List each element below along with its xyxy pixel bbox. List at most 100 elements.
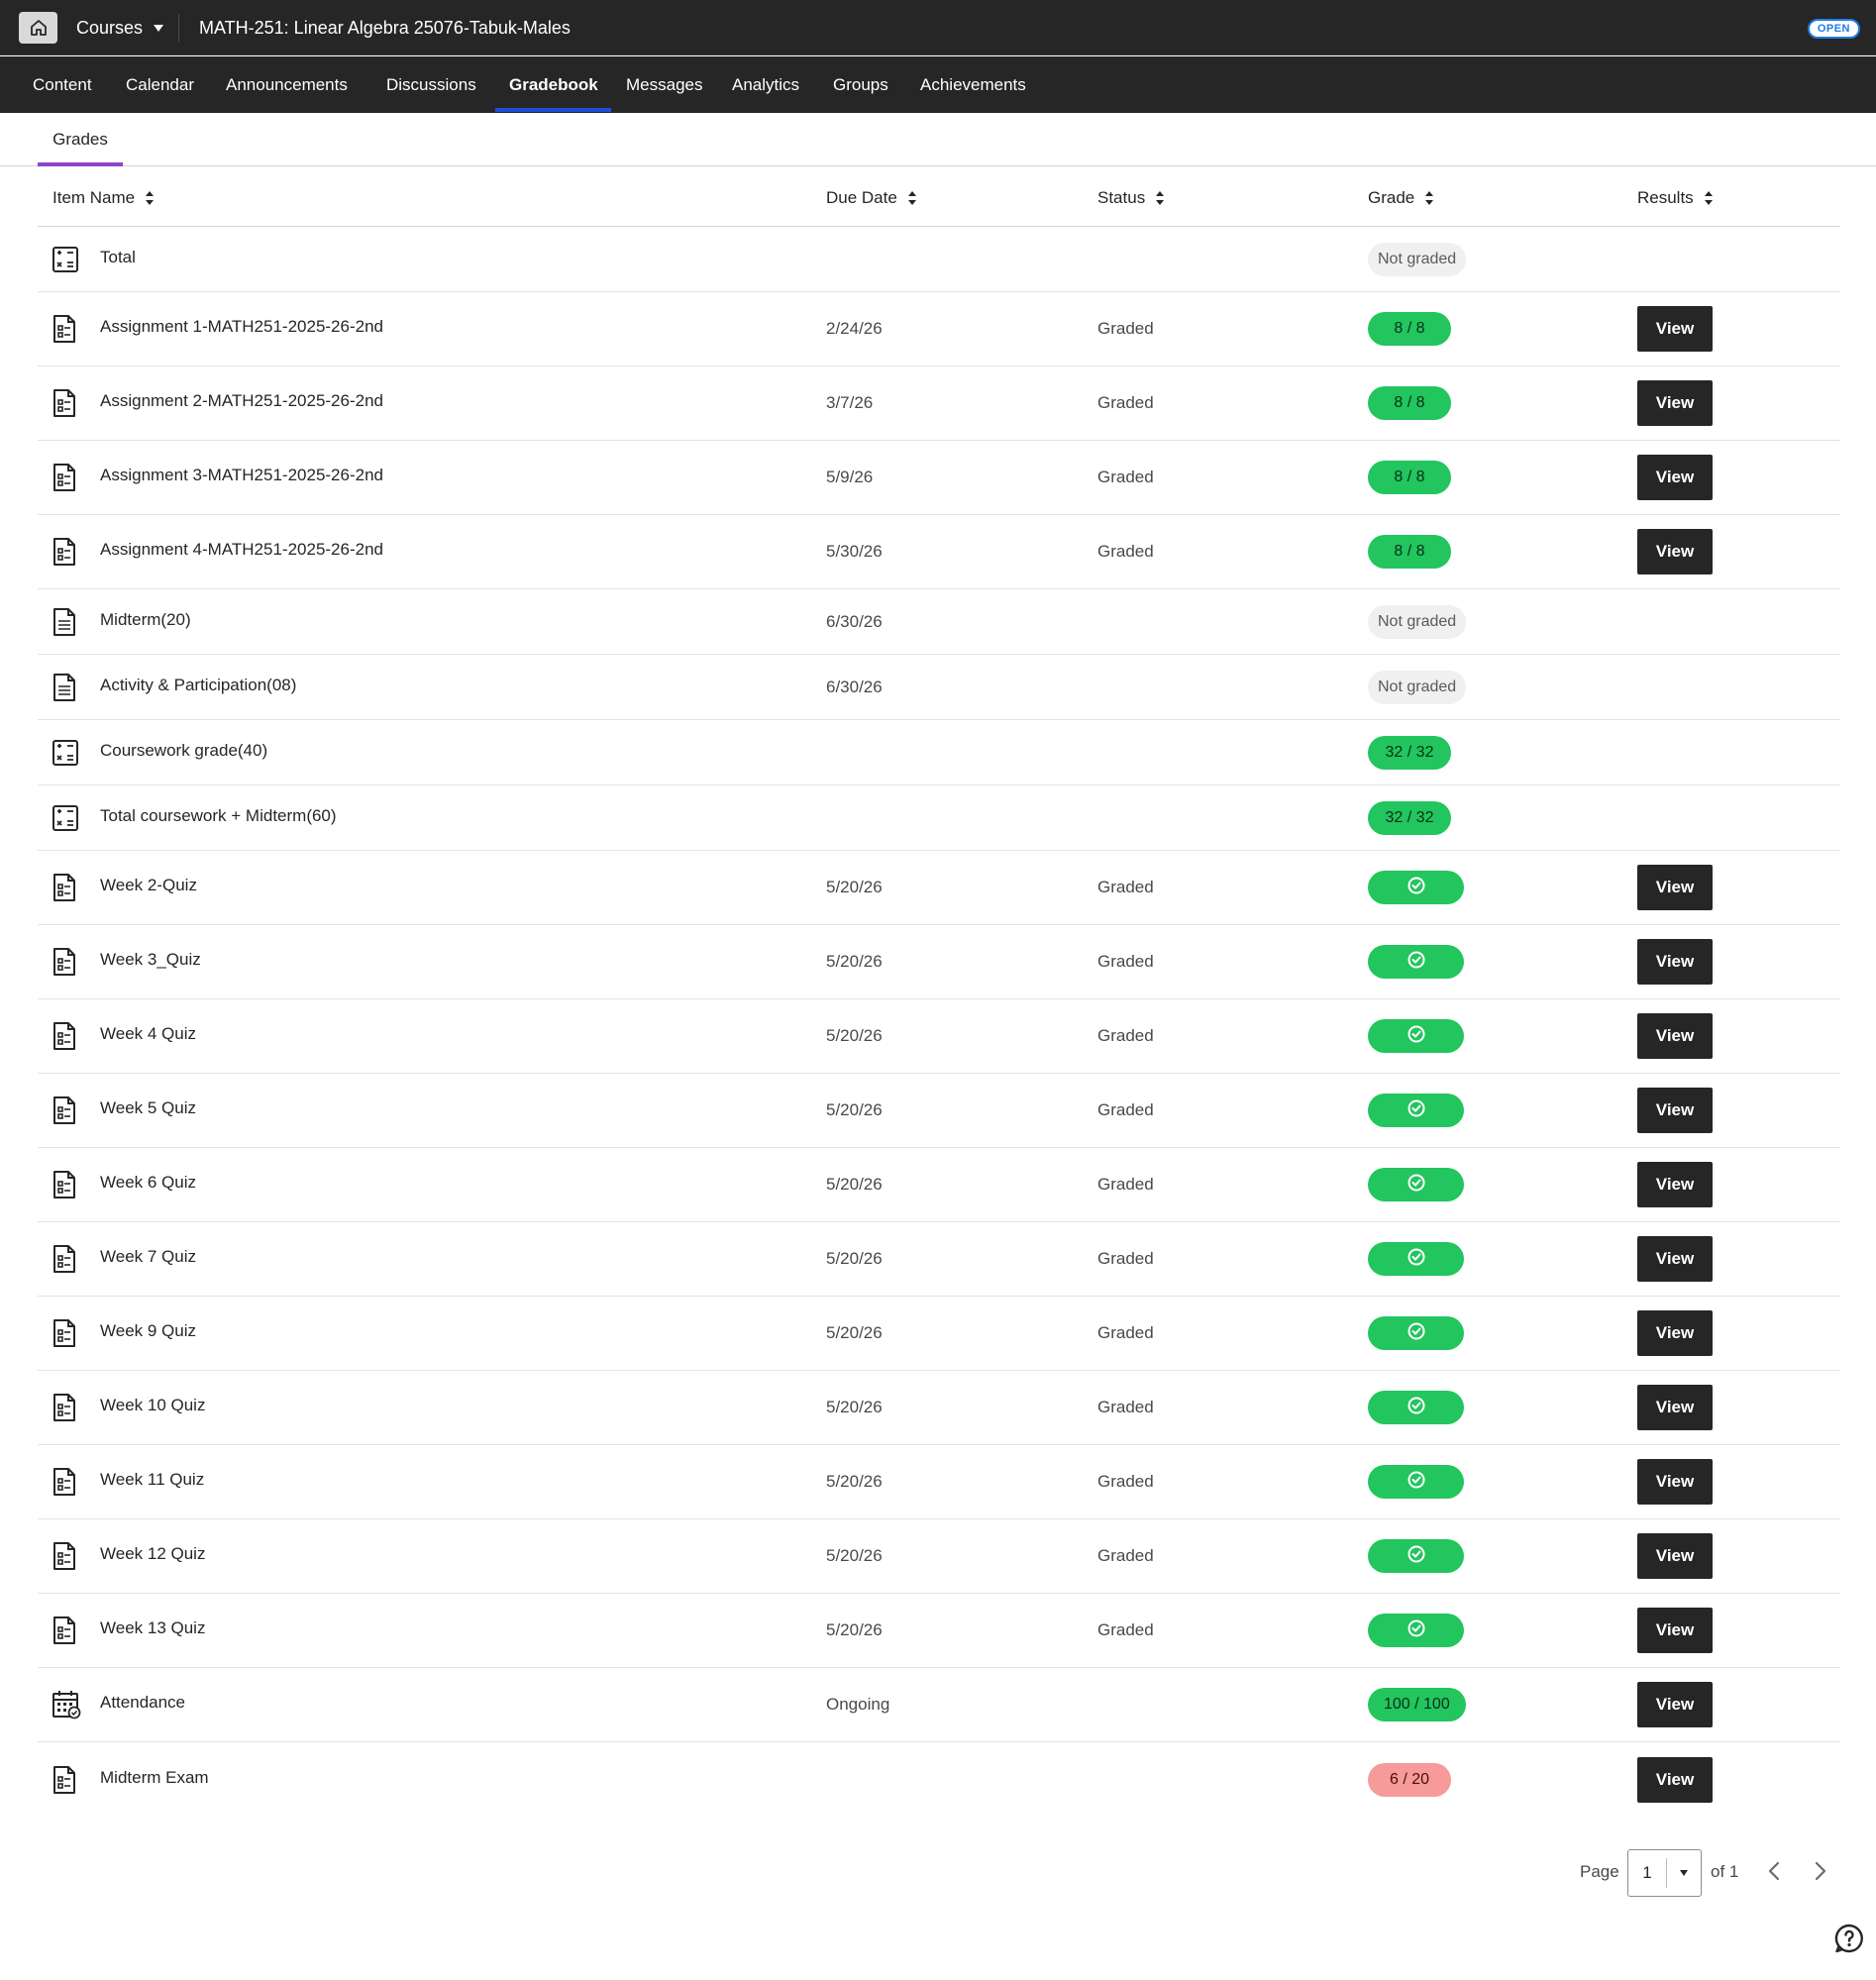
calculator-icon — [52, 227, 79, 291]
check-circle-icon — [1407, 1247, 1426, 1272]
nav-item-content[interactable]: Content — [33, 56, 92, 113]
nav-item-messages[interactable]: Messages — [626, 56, 702, 113]
item-name[interactable]: Week 9 Quiz — [100, 1297, 196, 1370]
sort-icon — [1156, 190, 1165, 205]
page-select[interactable]: 1 — [1627, 1849, 1702, 1897]
column-header-item-name[interactable]: Item Name — [52, 168, 155, 227]
grade-cell: Not graded — [1368, 655, 1467, 719]
assignment-icon — [52, 1222, 77, 1296]
view-results-button[interactable]: View — [1637, 1013, 1713, 1059]
grade-pill — [1368, 1168, 1464, 1201]
status: Graded — [1097, 468, 1154, 486]
view-results-button[interactable]: View — [1637, 455, 1713, 500]
column-header-results[interactable]: Results — [1637, 168, 1714, 227]
table-row: Activity & Participation(08) 6/30/26 Not g… — [38, 655, 1840, 720]
check-circle-icon — [1407, 1396, 1426, 1420]
nav-item-calendar[interactable]: Calendar — [126, 56, 194, 113]
results-cell: View — [1637, 1074, 1713, 1147]
item-name[interactable]: Coursework grade(40) — [100, 720, 267, 784]
item-name[interactable]: Midterm(20) — [100, 589, 191, 654]
next-page-button[interactable] — [1808, 1859, 1831, 1888]
item-name[interactable]: Activity & Participation(08) — [100, 655, 296, 719]
nav-item-gradebook[interactable]: Gradebook — [509, 56, 598, 113]
view-results-button[interactable]: View — [1637, 1682, 1713, 1727]
due-date: 5/20/26 — [826, 952, 883, 971]
item-name[interactable]: Assignment 3-MATH251-2025-26-2nd — [100, 441, 383, 514]
courses-menu[interactable]: Courses — [76, 0, 164, 55]
results-cell: View — [1637, 1148, 1713, 1221]
due-date: 5/20/26 — [826, 1100, 883, 1119]
tab-grades[interactable]: Grades — [38, 113, 123, 166]
item-name[interactable]: Week 5 Quiz — [100, 1074, 196, 1147]
nav-item-announcements[interactable]: Announcements — [226, 56, 348, 113]
due-date: 5/30/26 — [826, 542, 883, 561]
view-results-button[interactable]: View — [1637, 529, 1713, 574]
view-results-button[interactable]: View — [1637, 865, 1713, 910]
status: Graded — [1097, 1323, 1154, 1342]
nav-active-indicator — [495, 108, 611, 112]
nav-item-discussions[interactable]: Discussions — [386, 56, 476, 113]
item-name[interactable]: Assignment 1-MATH251-2025-26-2nd — [100, 292, 383, 365]
grade-cell — [1368, 1519, 1464, 1593]
item-name[interactable]: Midterm Exam — [100, 1742, 209, 1817]
assignment-icon — [52, 1742, 77, 1817]
document-icon — [52, 655, 77, 719]
item-name[interactable]: Week 12 Quiz — [100, 1519, 205, 1593]
status: Graded — [1097, 542, 1154, 561]
view-results-button[interactable]: View — [1637, 939, 1713, 985]
table-row: Week 6 Quiz 5/20/26 Graded View — [38, 1148, 1840, 1222]
help-button[interactable] — [1833, 1923, 1865, 1959]
item-name[interactable]: Week 3_Quiz — [100, 925, 201, 998]
item-name[interactable]: Week 10 Quiz — [100, 1371, 205, 1444]
item-name[interactable]: Total — [100, 227, 136, 291]
column-header-grade[interactable]: Grade — [1368, 168, 1434, 227]
grade-cell: 8 / 8 — [1368, 292, 1451, 365]
course-nav: Content Calendar Announcements Discussio… — [0, 56, 1876, 113]
nav-item-analytics[interactable]: Analytics — [732, 56, 799, 113]
item-name[interactable]: Attendance — [100, 1668, 185, 1741]
item-name[interactable]: Week 2-Quiz — [100, 851, 197, 924]
item-name[interactable]: Week 6 Quiz — [100, 1148, 196, 1221]
item-name[interactable]: Assignment 4-MATH251-2025-26-2nd — [100, 515, 383, 588]
results-cell: View — [1637, 1519, 1713, 1593]
status: Graded — [1097, 1472, 1154, 1491]
grade-cell: 8 / 8 — [1368, 366, 1451, 440]
view-results-button[interactable]: View — [1637, 306, 1713, 352]
grade-pill: Not graded — [1368, 670, 1467, 704]
nav-item-achievements[interactable]: Achievements — [920, 56, 1026, 113]
home-button[interactable] — [19, 12, 57, 44]
grade-pill: 32 / 32 — [1368, 735, 1451, 770]
status: Graded — [1097, 1100, 1154, 1119]
view-results-button[interactable]: View — [1637, 1310, 1713, 1356]
column-header-due-date[interactable]: Due Date — [826, 168, 917, 227]
view-results-button[interactable]: View — [1637, 1162, 1713, 1207]
grades-table: Item Name Due Date Status Grade Results … — [38, 168, 1840, 1817]
column-header-label: Results — [1637, 187, 1694, 207]
table-row: Assignment 1-MATH251-2025-26-2nd 2/24/26 G… — [38, 292, 1840, 366]
item-name[interactable]: Week 11 Quiz — [100, 1445, 204, 1518]
item-name[interactable]: Week 4 Quiz — [100, 999, 196, 1073]
view-results-button[interactable]: View — [1637, 1236, 1713, 1282]
item-name[interactable]: Week 13 Quiz — [100, 1594, 205, 1667]
column-header-status[interactable]: Status — [1097, 168, 1165, 227]
nav-item-groups[interactable]: Groups — [833, 56, 888, 113]
grade-pill — [1368, 1391, 1464, 1424]
view-results-button[interactable]: View — [1637, 1756, 1713, 1803]
item-name[interactable]: Total coursework + Midterm(60) — [100, 785, 337, 850]
open-badge[interactable]: OPEN — [1807, 19, 1860, 39]
grade-pill — [1368, 1614, 1464, 1647]
view-results-button[interactable]: View — [1637, 1608, 1713, 1653]
prev-page-button[interactable] — [1763, 1859, 1787, 1888]
view-results-button[interactable]: View — [1637, 1459, 1713, 1505]
view-results-button[interactable]: View — [1637, 1088, 1713, 1133]
due-date: 5/20/26 — [826, 1175, 883, 1194]
item-name[interactable]: Assignment 2-MATH251-2025-26-2nd — [100, 366, 383, 440]
view-results-button[interactable]: View — [1637, 1533, 1713, 1579]
item-name[interactable]: Week 7 Quiz — [100, 1222, 196, 1296]
due-date: Ongoing — [826, 1695, 890, 1714]
table-row: Midterm Exam 6 / 20 View — [38, 1742, 1840, 1817]
results-cell: View — [1637, 999, 1713, 1073]
view-results-button[interactable]: View — [1637, 380, 1713, 426]
view-results-button[interactable]: View — [1637, 1385, 1713, 1430]
grade-pill: 6 / 20 — [1368, 1762, 1451, 1797]
